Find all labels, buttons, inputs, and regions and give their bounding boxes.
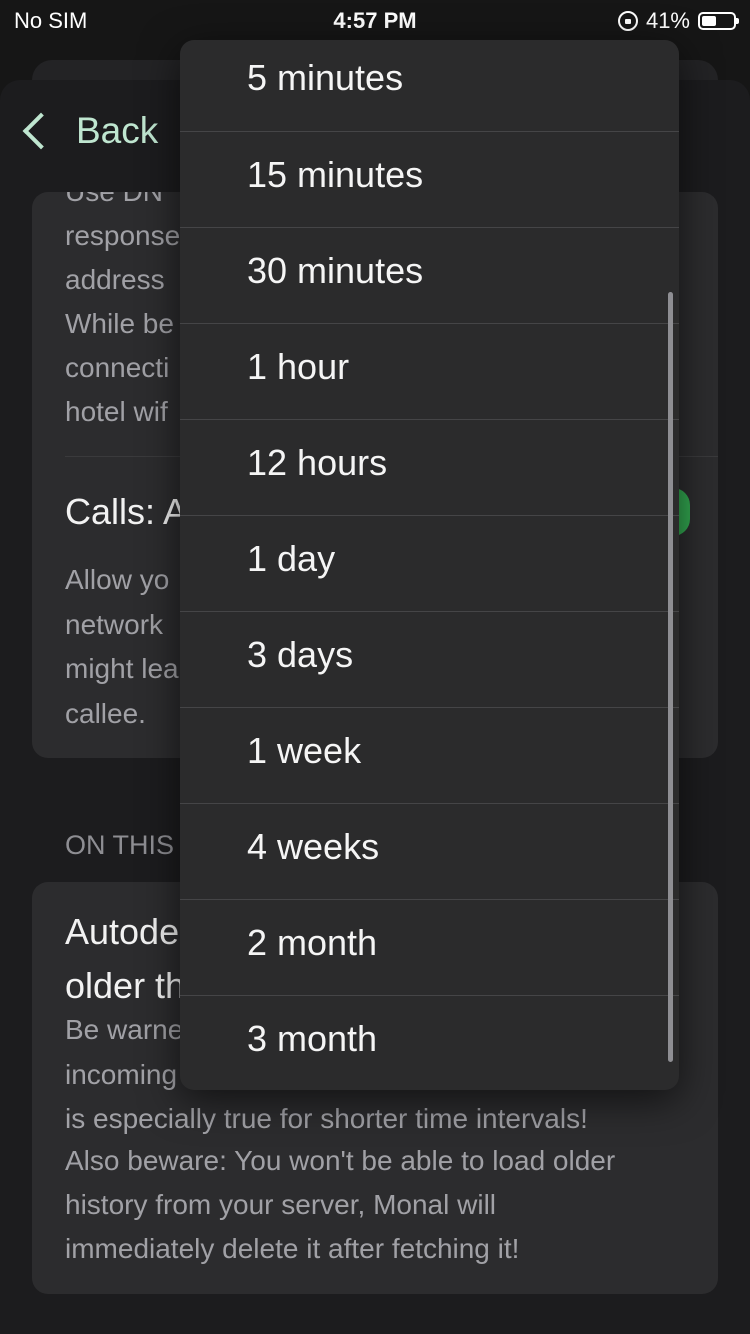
orientation-lock-icon [617,11,638,31]
autodelete-title-line: older th [65,965,186,1006]
battery-icon [698,12,739,30]
menu-item-3-days[interactable]: 3 days [180,611,679,707]
autodelete-description-line: is especially true for shorter time inte… [65,1103,588,1134]
chevron-left-icon [22,112,60,150]
menu-item-3-month[interactable]: 3 month [180,995,679,1090]
menu-item-4-weeks[interactable]: 4 weeks [180,803,679,899]
status-bar: No SIM 4:57 PM 41% [0,0,750,40]
calls-setting-title: Calls: A [65,491,188,532]
section-header: ON THIS [65,830,175,860]
battery-percent: 41% [645,8,690,33]
menu-item-2-month[interactable]: 2 month [180,899,679,995]
autodelete-description-line: immediately delete it after fetching it! [65,1233,520,1264]
menu-item-1-week[interactable]: 1 week [180,707,679,803]
menu-item-12-hours[interactable]: 12 hours [180,419,679,515]
menu-item-1-hour[interactable]: 1 hour [180,323,679,419]
status-right: 41% [617,8,739,34]
autodelete-description-line: Also beware: You won't be able to load o… [65,1145,616,1176]
duration-menu: 5 minutes 15 minutes 30 minutes 1 hour 1… [180,40,679,1090]
back-label: Back [76,110,159,151]
menu-item-5-minutes[interactable]: 5 minutes [180,40,679,131]
autodelete-description-line: history from your server, Monal will [65,1189,497,1220]
menu-scrollbar[interactable] [668,292,673,1062]
menu-item-30-minutes[interactable]: 30 minutes [180,227,679,323]
menu-item-15-minutes[interactable]: 15 minutes [180,131,679,227]
autodelete-title-line: Autode [65,911,180,952]
back-button[interactable]: Back [16,110,158,152]
menu-item-1-day[interactable]: 1 day [180,515,679,611]
